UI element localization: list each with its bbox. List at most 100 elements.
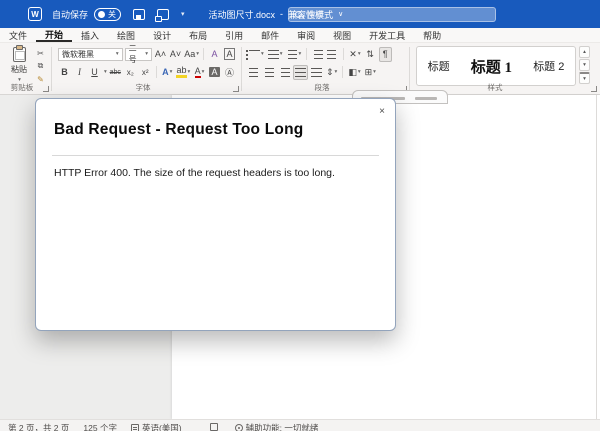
char-border-glyph: A <box>224 48 235 60</box>
justify-button[interactable] <box>293 65 308 80</box>
shrink-font-button[interactable]: A˅ <box>169 47 182 62</box>
style-heading2[interactable]: 标题 2 <box>533 58 564 74</box>
accessibility-status[interactable]: 辅助功能: 一切就绪 <box>235 422 319 431</box>
shading-glyph: A <box>209 67 219 77</box>
divider <box>342 66 343 78</box>
tab-developer[interactable]: 开发工具 <box>360 28 414 42</box>
clipboard-icon <box>13 47 26 62</box>
font-name-combo[interactable]: 微软雅黑▾ <box>58 48 123 61</box>
borders-icon: ⊞ <box>365 67 373 78</box>
italic-button[interactable]: I <box>73 65 86 80</box>
decrease-indent-button[interactable] <box>311 47 324 62</box>
tab-home[interactable]: 开始 <box>36 28 72 42</box>
tab-insert[interactable]: 插入 <box>72 28 108 42</box>
dialog-close-button[interactable]: × <box>379 107 385 117</box>
multilevel-list-button[interactable]: ▾ <box>286 47 303 62</box>
bucket-icon: ◧ <box>348 67 357 78</box>
divider <box>203 48 204 60</box>
accessibility-label: 辅助功能: 一切就绪 <box>246 423 319 431</box>
align-right-button[interactable] <box>278 65 291 80</box>
tab-design[interactable]: 设计 <box>144 28 180 42</box>
quick-access-chevron-icon[interactable]: ▾ <box>181 10 185 18</box>
distribute-button[interactable] <box>310 65 323 80</box>
language-indicator[interactable]: 英语(美国) <box>131 422 182 431</box>
underline-dropdown-icon[interactable]: ▾ <box>104 69 107 75</box>
search-icon <box>295 11 302 18</box>
ribbon: 粘贴 ▾ ✂ ⧉ ✎ 剪贴板 微软雅黑▾ 二号▾ A˄ A˅ <box>0 43 600 95</box>
subscript-button[interactable]: x₂ <box>124 65 137 80</box>
styles-dialog-launcher[interactable] <box>591 86 597 92</box>
style-heading1[interactable]: 标题 1 <box>471 56 512 77</box>
tab-layout[interactable]: 布局 <box>180 28 216 42</box>
tab-help[interactable]: 帮助 <box>414 28 450 42</box>
copy-button[interactable]: ⧉ <box>34 60 47 72</box>
sort-button[interactable]: ⇅ <box>364 47 377 62</box>
tab-file[interactable]: 文件 <box>0 28 36 42</box>
gallery-more-button[interactable]: ▾ <box>579 72 590 84</box>
language-label: 英语(美国) <box>142 423 182 431</box>
toggle-knob-icon <box>98 11 105 18</box>
font-size-combo[interactable]: 二号▾ <box>125 48 152 61</box>
word-count[interactable]: 125 个字 <box>83 422 117 431</box>
enclose-characters-button[interactable]: Ⓐ <box>223 65 236 80</box>
character-shading-button[interactable]: A <box>208 65 221 80</box>
word-app-icon[interactable]: W <box>28 7 42 21</box>
strikethrough-button[interactable]: abc <box>109 65 122 80</box>
undo-redo-icon[interactable] <box>157 9 169 20</box>
align-left-button[interactable] <box>248 65 261 80</box>
divider <box>156 66 157 78</box>
title-bar: W 自动保存 关 ▾ 活动图尺寸.docx - 兼容性模式 ∨ <box>0 0 600 28</box>
bold-button[interactable]: B <box>58 65 71 80</box>
numbering-button[interactable]: ▾ <box>267 47 284 62</box>
shading-button[interactable]: ◧▾ <box>347 65 361 80</box>
text-effects-button[interactable]: A▾ <box>161 65 174 80</box>
gallery-up-button[interactable]: ▴ <box>579 46 590 58</box>
doc-title-text: 活动图尺寸.docx <box>209 8 276 21</box>
search-box[interactable] <box>288 7 496 22</box>
tab-references[interactable]: 引用 <box>216 28 252 42</box>
dialog-body-text: HTTP Error 400. The size of the request … <box>54 167 335 179</box>
superscript-button[interactable]: x² <box>139 65 152 80</box>
grow-font-button[interactable]: A˄ <box>154 47 167 62</box>
page-indicator[interactable]: 第 2 页，共 2 页 <box>8 422 69 431</box>
bullets-button[interactable]: ▾ <box>248 47 265 62</box>
font-dialog-launcher[interactable] <box>233 86 239 92</box>
font-name-value: 微软雅黑 <box>62 49 94 60</box>
clipboard-group: 粘贴 ▾ ✂ ⧉ ✎ 剪贴板 <box>0 43 52 95</box>
scrollbar[interactable] <box>596 95 597 419</box>
save-icon[interactable] <box>133 9 145 20</box>
word-window: W 自动保存 关 ▾ 活动图尺寸.docx - 兼容性模式 ∨ 文件 开始 插入… <box>0 0 600 431</box>
cut-button[interactable]: ✂ <box>34 47 47 59</box>
character-border-button[interactable]: A <box>223 47 236 62</box>
highlight-button[interactable]: ab▾ <box>176 65 191 80</box>
gallery-down-button[interactable]: ▾ <box>579 59 590 71</box>
style-title[interactable]: 标题 <box>428 58 450 74</box>
tab-review[interactable]: 审阅 <box>288 28 324 42</box>
error-dialog: × Bad Request - Request Too Long HTTP Er… <box>35 98 396 331</box>
search-input[interactable] <box>307 10 489 20</box>
case-glyph: Aa <box>184 49 195 59</box>
phonetic-guide-button[interactable]: A <box>208 47 221 62</box>
autosave-toggle[interactable]: 关 <box>94 8 121 21</box>
line-spacing-button[interactable]: ⇕▾ <box>325 65 338 80</box>
styles-gallery: 标题 标题 1 标题 2 <box>416 46 576 86</box>
document-area: × Bad Request - Request Too Long HTTP Er… <box>0 95 600 419</box>
asian-glyph: ✕ <box>349 49 357 60</box>
increase-indent-button[interactable] <box>326 47 339 62</box>
tab-view[interactable]: 视图 <box>324 28 360 42</box>
tab-draw[interactable]: 绘图 <box>108 28 144 42</box>
macro-record-button[interactable] <box>210 422 221 431</box>
font-color-button[interactable]: A▾ <box>193 65 206 80</box>
change-case-button[interactable]: Aa▾ <box>184 47 199 62</box>
align-center-button[interactable] <box>263 65 276 80</box>
styles-group: 标题 标题 1 标题 2 ▴ ▾ ▾ 样式 <box>410 43 600 95</box>
paste-label: 粘贴 <box>11 64 27 75</box>
clipboard-minibar: ✂ ⧉ ✎ <box>34 47 47 85</box>
clipboard-dialog-launcher[interactable] <box>43 86 49 92</box>
underline-button[interactable]: U <box>88 65 101 80</box>
font-color-glyph: A <box>195 67 201 78</box>
tab-mailings[interactable]: 邮件 <box>252 28 288 42</box>
show-hide-marks-button[interactable]: ¶ <box>379 47 392 62</box>
borders-button[interactable]: ⊞▾ <box>364 65 377 80</box>
asian-layout-button[interactable]: ✕▾ <box>348 47 361 62</box>
